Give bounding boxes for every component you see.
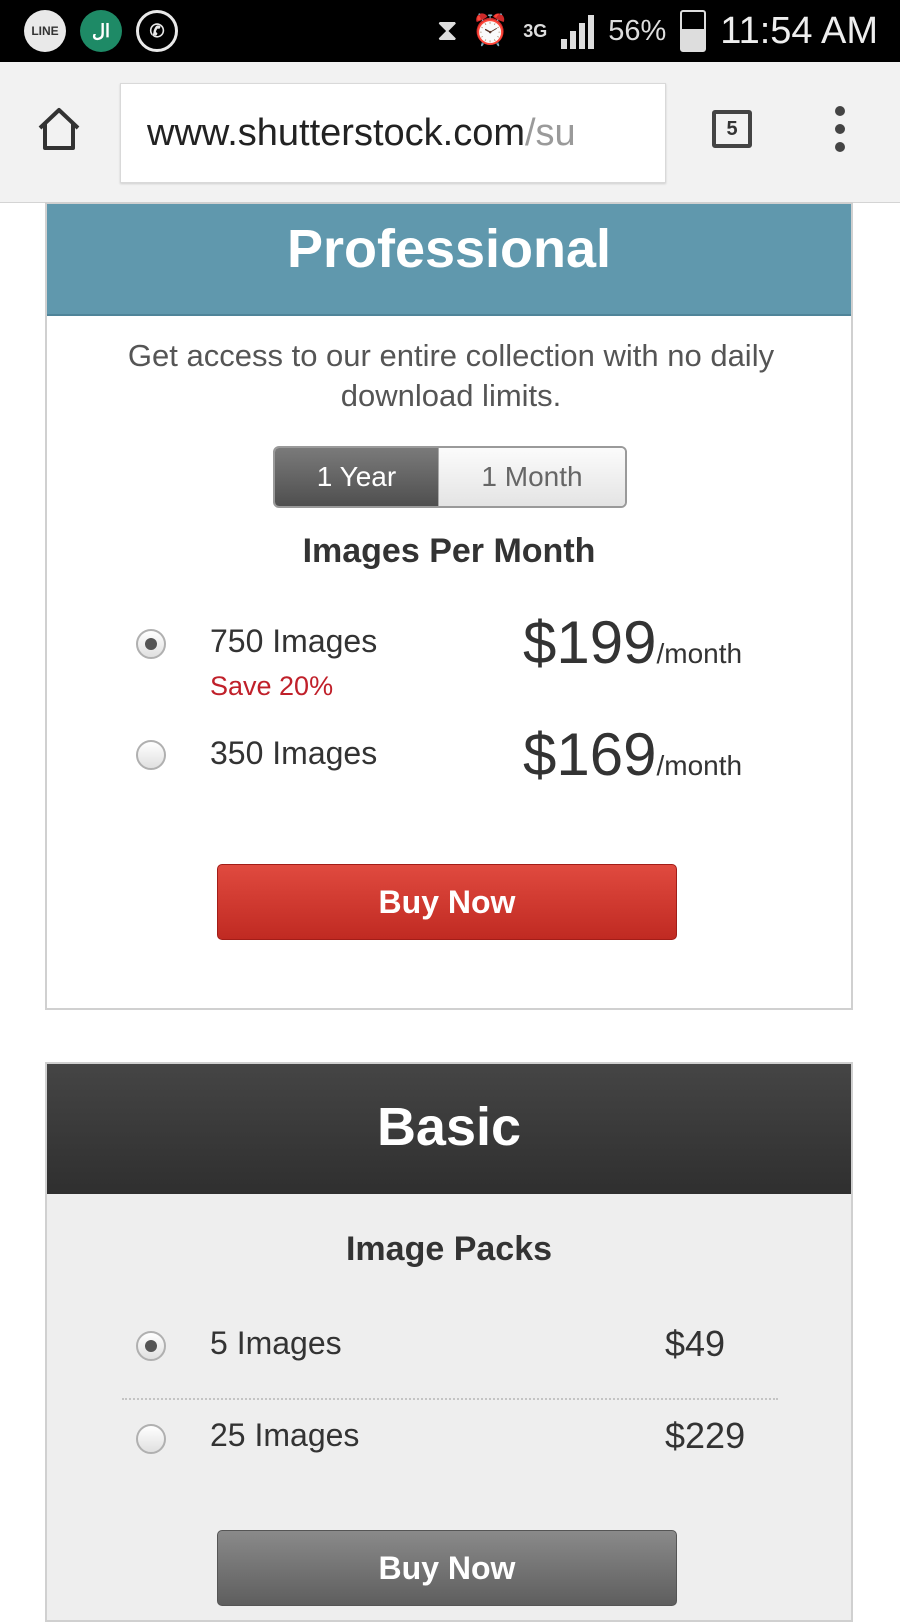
battery-icon [680,10,707,52]
pack-label: 5 Images [210,1325,342,1361]
home-button[interactable] [34,104,84,154]
network-type-label: 3G [523,21,548,41]
billing-period-toggle: 1 Year 1 Month [273,446,627,508]
option-label: 350 Images [210,735,378,771]
pack-divider [122,1398,778,1400]
signal-icon [561,13,595,49]
alarm-icon: ⏰ [471,14,510,47]
vibrate-mute-icon: ⧗ [436,14,458,47]
toggle-1-year[interactable]: 1 Year [275,448,438,506]
basic-buy-now-button[interactable]: Buy Now [217,1530,677,1606]
pack-price: $49 [665,1323,726,1364]
radio-750-images[interactable] [136,629,166,659]
price-period: /month [656,750,743,781]
toggle-1-month[interactable]: 1 Month [438,448,625,506]
price-period: /month [656,638,743,669]
browser-toolbar: www.shutterstock.com/su 5 [0,62,900,203]
basic-plan-card: Basic Image Packs 5 Images $49 25 Images… [45,1062,853,1622]
whatsapp-icon: ✆ [136,10,178,52]
basic-header: Basic [47,1064,851,1194]
system-icons: ⧗ ⏰ 3G 56% 11:54 AM [437,6,878,56]
url-host: www.shutterstock.com [147,112,525,154]
professional-title: Professional [286,219,612,279]
home-icon [38,108,80,150]
pack-label: 25 Images [210,1417,360,1453]
professional-header: Professional [47,204,851,316]
url-text: www.shutterstock.com/su [147,112,576,155]
professional-plan-card: Professional Get access to our entire co… [45,202,853,1010]
line-app-icon: LINE [24,10,66,52]
option-price: $169/month [523,720,742,789]
save-badge: Save 20% [210,671,334,701]
tab-switcher-button[interactable]: 5 [712,110,752,148]
quran-app-icon: ال [80,10,122,52]
notification-icons: LINE ال ✆ [24,10,178,52]
image-packs-heading: Image Packs [345,1230,553,1268]
pack-price: $229 [665,1415,746,1456]
radio-25-images[interactable] [136,1424,166,1454]
price-amount: $199 [523,609,657,676]
professional-description: Get access to our entire collection with… [127,338,775,413]
status-bar: LINE ال ✆ ⧗ ⏰ 3G 56% 11:54 AM [0,0,900,62]
price-amount: $169 [523,721,657,788]
url-path: /su [525,112,576,154]
address-bar[interactable]: www.shutterstock.com/su [120,83,666,183]
radio-5-images[interactable] [136,1331,166,1361]
radio-350-images[interactable] [136,740,166,770]
option-label: 750 Images [210,623,378,659]
basic-title: Basic [376,1097,522,1157]
professional-buy-now-button[interactable]: Buy Now [217,864,677,940]
clock: 11:54 AM [720,9,878,52]
overflow-menu-icon[interactable] [834,106,846,152]
images-per-month-heading: Images Per Month [302,532,596,570]
battery-percent: 56% [608,14,667,47]
option-price: $199/month [523,608,742,677]
